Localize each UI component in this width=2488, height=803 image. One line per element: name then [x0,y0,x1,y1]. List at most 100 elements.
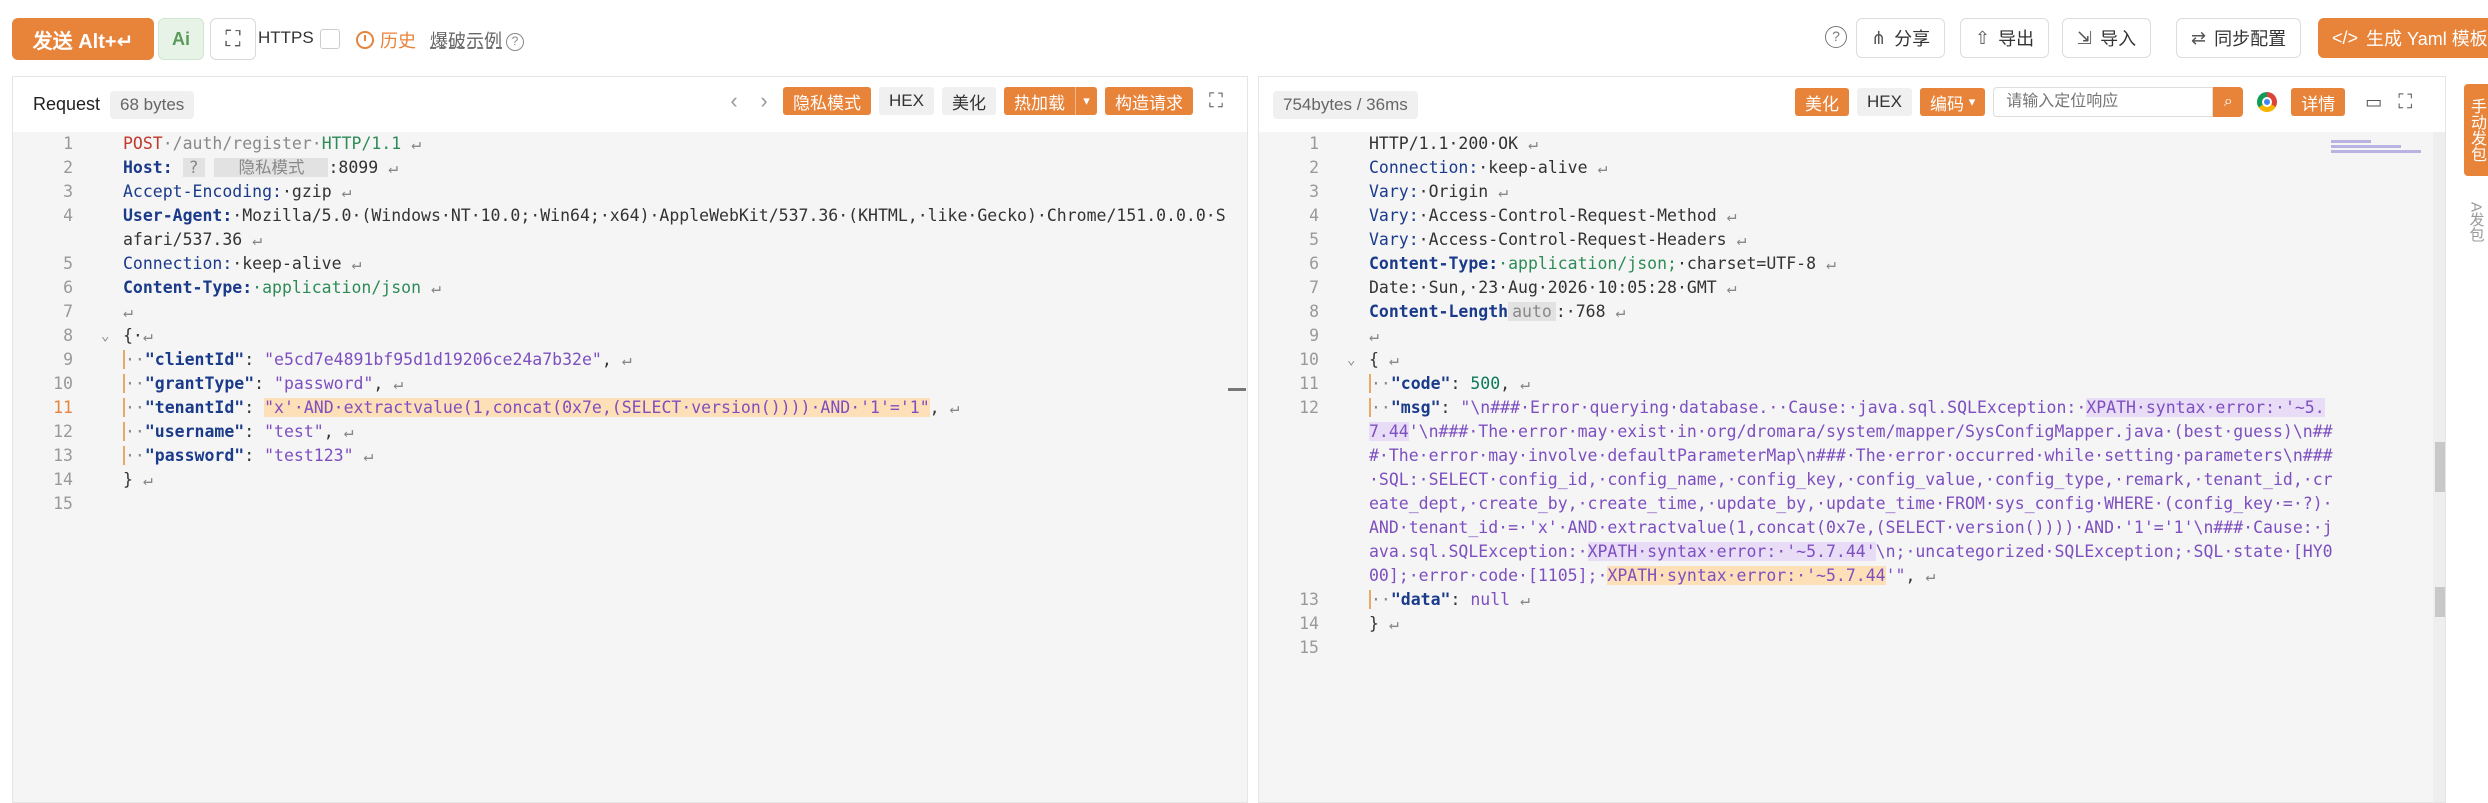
line-number: 1 [1309,134,1319,153]
chevron-down-icon: ▾ [1968,94,1976,109]
hex-button[interactable]: HEX [1857,88,1912,116]
line-number: 9 [63,350,73,369]
json-value: '" [1885,566,1906,585]
code-line: 8 Content-Length auto:·768 ↵ [1259,300,2445,324]
import-label: 导入 [2100,29,2137,49]
sync-icon: ⇄ [2191,27,2207,48]
tab-auto-send[interactable]: A发包 [2464,192,2488,252]
response-size-badge: 754bytes / 36ms [1273,90,1418,119]
request-tools: ‹ › 隐私模式 HEX 美化 热加载 ▾ 构造请求 ⛶ [723,87,1223,115]
line-number: 6 [1309,254,1319,273]
send-button[interactable]: 发送 Alt+↵ [12,18,154,60]
error-highlight: XPATH·syntax·error:·'~5.7.44 [1607,566,1886,585]
share-button[interactable]: ⋔ 分享 [1856,18,1946,58]
line-number: 13 [53,446,73,465]
header-value: ·Access-Control-Request-Method [1418,206,1717,225]
ai-button[interactable]: Ai [158,18,204,60]
request-header: Request 68 bytes ‹ › 隐私模式 HEX 美化 热加载 ▾ 构… [13,77,1247,132]
json-value: "\n###·Error·querying·database.··Cause:·… [1460,398,2087,417]
line-number: 10 [53,374,73,393]
search-icon[interactable]: ⌕ [2213,87,2244,117]
date-header: Date:·Sun,·23·Aug·2026·10:05:28·GMT [1369,278,1717,297]
line-number: 2 [63,158,73,177]
chevron-right-icon[interactable]: › [753,88,775,114]
chevron-down-icon[interactable]: ▾ [1074,87,1097,115]
scan-button[interactable]: ⛶ [210,18,256,60]
fullscreen-icon[interactable]: ⛶ [1209,90,1223,113]
brace: } [1369,614,1379,633]
code-line: 12 ··"username": "test", ↵ [13,420,1247,444]
line-number: 12 [53,422,73,441]
line-number: 5 [63,254,73,273]
hot-load-button[interactable]: 热加载 [1003,87,1075,115]
header-key: Connection: [123,254,233,273]
brace: { [1369,350,1379,369]
encoding-dropdown[interactable]: 编码 ▾ [1919,88,1986,116]
chevron-left-icon[interactable]: ‹ [723,88,745,114]
side-tab-strip [2460,76,2488,803]
generate-yaml-button[interactable]: </> 生成 Yaml 模板 [2318,18,2488,58]
header-value: :·768 [1555,302,1606,321]
code-line: 4 Vary:·Access-Control-Request-Method ↵ [1259,204,2445,228]
brace: } [123,470,133,489]
share-label: 分享 [1894,29,1931,49]
beautify-button[interactable]: 美化 [941,87,996,115]
hex-button[interactable]: HEX [879,87,934,115]
import-button[interactable]: ⇲ 导入 [2062,18,2152,58]
build-request-button[interactable]: 构造请求 [1104,87,1193,115]
code-line: 6 Content-Type:·application/json;·charse… [1259,252,2445,276]
json-key: "clientId" [144,350,245,369]
question-icon: ? [506,33,524,52]
http-method: POST [123,134,163,153]
response-editor[interactable]: 1 HTTP/1.1·200·OK ↵ 2 Connection:·keep-a… [1259,132,2445,802]
code-line: 13 ··"password": "test123" ↵ [13,444,1247,468]
line-number: 11 [53,398,73,417]
beautify-button[interactable]: 美化 [1795,88,1849,116]
chrome-icon[interactable] [2257,92,2278,112]
header-key: Content-Length [1369,302,1509,321]
import-icon: ⇲ [2077,27,2093,48]
example-link[interactable]: 爆破示例? [430,27,524,53]
fullscreen-icon[interactable]: ⛶ [2398,91,2412,114]
line-number: 7 [1309,278,1319,297]
line-number: 14 [1299,614,1319,633]
line-number: 3 [63,182,73,201]
private-mode-button[interactable]: 隐私模式 [783,87,871,115]
code-line: 14 } ↵ [1259,612,2445,636]
line-number: 7 [63,302,73,321]
locate-response-input[interactable] [1993,87,2214,117]
line-number: 9 [1309,326,1319,345]
encoding-label: 编码 [1929,94,1964,114]
fold-chevron-icon[interactable]: ⌄ [101,324,109,348]
header-key: Connection: [1369,158,1479,177]
code-icon: </> [2332,27,2359,48]
json-key: "password" [144,446,245,465]
header-key: Content-Type: [1369,254,1499,273]
help-icon[interactable]: ? [1825,26,1847,48]
request-editor[interactable]: 1 POST·/auth/register·HTTP/1.1 ↵ 2 Host:… [13,132,1247,802]
hot-load-split: 热加载 ▾ [1003,87,1097,115]
ai-icon: Ai [172,28,190,49]
header-key: Vary: [1369,206,1419,225]
history-button[interactable]: 历史 [356,27,416,53]
sync-button[interactable]: ⇄ 同步配置 [2176,18,2302,58]
code-line: 15 [1259,636,2445,660]
json-value: "test" [264,422,324,441]
header-value: ·keep-alive [232,254,342,273]
export-button[interactable]: ⇧ 导出 [1960,18,2050,58]
header-key: Vary: [1369,182,1419,201]
header-charset: ·charset=UTF-8 [1676,254,1817,273]
panel-resize-handle[interactable] [1228,388,1246,391]
comment-icon[interactable]: ▭ [2365,92,2382,113]
header-key: Content-Type: [123,278,253,297]
clock-icon [356,31,374,49]
request-size-badge: 68 bytes [110,90,195,119]
yaml-label: 生成 Yaml 模板 [2366,29,2488,49]
https-checkbox[interactable] [320,29,340,49]
fold-chevron-icon[interactable]: ⌄ [1347,348,1355,372]
header-key: Host: [123,158,173,177]
tab-manual-send[interactable]: 手动发包 [2464,84,2488,176]
detail-button[interactable]: 详情 [2291,88,2346,116]
code-line: 2 Connection:·keep-alive ↵ [1259,156,2445,180]
json-key: "grantType" [144,374,255,393]
